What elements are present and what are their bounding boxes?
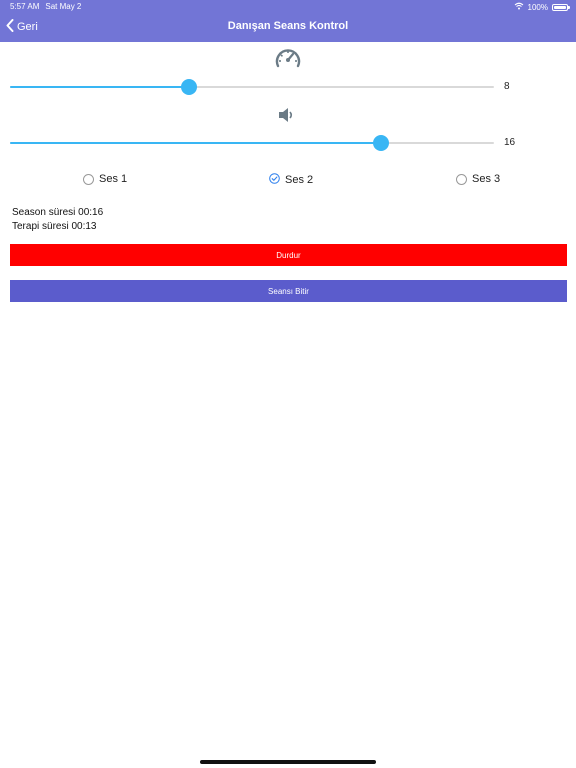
sound-option-label: Ses 1 xyxy=(99,173,128,185)
speed-slider-fill xyxy=(10,86,189,88)
season-time-text: Season süresi 00:16 xyxy=(12,207,104,218)
radio-unchecked-icon xyxy=(456,173,467,185)
speed-slider[interactable] xyxy=(10,79,494,95)
battery-percent: 100% xyxy=(527,2,548,12)
sound-option-3[interactable]: Ses 3 xyxy=(456,173,500,185)
volume-slider[interactable] xyxy=(10,135,494,151)
speed-value: 8 xyxy=(504,81,510,92)
wifi-icon xyxy=(514,2,524,12)
sound-option-2[interactable]: Ses 2 xyxy=(269,173,313,187)
radio-unchecked-icon xyxy=(83,173,94,185)
status-time: 5:57 AM xyxy=(10,2,40,11)
end-session-button[interactable]: Seansı Bitir xyxy=(10,280,567,302)
status-bar-left: 5:57 AM Sat May 2 xyxy=(10,2,81,11)
status-bar-right: 100% xyxy=(514,2,570,12)
status-date: Sat May 2 xyxy=(45,2,82,11)
speaker-icon xyxy=(277,106,295,129)
stop-button[interactable]: Durdur xyxy=(10,244,567,266)
end-session-button-label: Seansı Bitir xyxy=(268,286,309,296)
stop-button-label: Durdur xyxy=(276,250,301,260)
sound-option-label: Ses 3 xyxy=(472,173,501,185)
navigation-bar: 5:57 AM Sat May 2 100% Geri Danışan Sean… xyxy=(0,0,576,42)
sound-option-label: Ses 2 xyxy=(285,174,314,186)
radio-checked-icon xyxy=(269,173,280,187)
speed-slider-thumb[interactable] xyxy=(181,79,197,95)
page-title: Danışan Seans Kontrol xyxy=(227,20,349,32)
sound-option-1[interactable]: Ses 1 xyxy=(83,173,127,185)
volume-value: 16 xyxy=(504,137,516,148)
home-indicator xyxy=(200,760,376,764)
volume-slider-fill xyxy=(10,142,381,144)
therapy-time-text: Terapi süresi 00:13 xyxy=(12,221,97,232)
volume-slider-thumb[interactable] xyxy=(373,135,389,151)
speedometer-icon xyxy=(275,47,301,74)
battery-icon xyxy=(552,3,570,11)
